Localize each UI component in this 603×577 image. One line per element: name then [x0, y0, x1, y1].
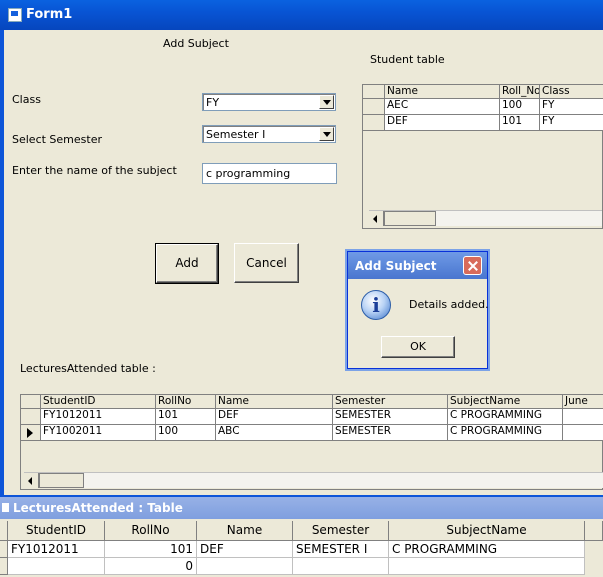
- column-header[interactable]: RollNo: [105, 521, 197, 541]
- column-header[interactable]: StudentID: [8, 521, 105, 541]
- class-dropdown-value: FY: [206, 96, 220, 109]
- window-title: Form1: [26, 7, 73, 22]
- scrollbar-thumb[interactable]: [39, 473, 84, 488]
- table-cell[interactable]: [8, 558, 105, 575]
- subject-name-input[interactable]: c programming: [202, 163, 337, 184]
- table-cell[interactable]: SEMESTER: [333, 425, 448, 441]
- table-cell[interactable]: FY1012011: [8, 541, 105, 558]
- grid-corner: [363, 85, 385, 99]
- column-header[interactable]: Roll_No: [500, 85, 540, 99]
- table-cell[interactable]: DEF: [385, 115, 500, 131]
- semester-dropdown[interactable]: Semester I: [202, 125, 336, 143]
- form-heading: Add Subject: [163, 37, 229, 50]
- table-cell[interactable]: AEC: [385, 99, 500, 115]
- semester-label: Select Semester: [12, 133, 102, 146]
- table-cell[interactable]: [563, 409, 603, 425]
- table-window-titlebar[interactable]: LecturesAttended : Table: [0, 497, 603, 519]
- subject-name-input-value: c programming: [206, 167, 291, 180]
- row-selector[interactable]: [21, 409, 41, 425]
- chevron-down-icon[interactable]: [319, 127, 334, 141]
- current-row-icon: [27, 428, 33, 438]
- table-cell[interactable]: 0: [105, 558, 197, 575]
- column-header[interactable]: RollNo: [156, 395, 216, 409]
- table-cell[interactable]: SEMESTER: [333, 409, 448, 425]
- table-cell[interactable]: C PROGRAMMING: [448, 409, 563, 425]
- table-cell[interactable]: FY: [540, 99, 603, 115]
- student-table-label: Student table: [370, 53, 445, 66]
- ok-button[interactable]: OK: [381, 336, 455, 358]
- cancel-button[interactable]: Cancel: [234, 243, 299, 283]
- lectures-table-grid[interactable]: StudentID RollNo Name Semester SubjectNa…: [20, 394, 603, 490]
- semester-dropdown-value: Semester I: [206, 128, 266, 141]
- scroll-left-icon[interactable]: [24, 473, 39, 488]
- table-cell[interactable]: FY: [540, 115, 603, 131]
- message-dialog[interactable]: Add Subject i Details added. OK: [347, 251, 489, 369]
- table-cell[interactable]: FY1002011: [41, 425, 156, 441]
- table-cell[interactable]: C PROGRAMMING: [448, 425, 563, 441]
- row-selector[interactable]: [363, 115, 385, 131]
- column-header[interactable]: SubjectName: [389, 521, 585, 541]
- column-header[interactable]: Name: [385, 85, 500, 99]
- column-header[interactable]: Semester: [293, 521, 389, 541]
- table-icon: [2, 503, 9, 512]
- table-cell[interactable]: 101: [500, 115, 540, 131]
- table-cell[interactable]: 101: [105, 541, 197, 558]
- dialog-message: Details added.: [409, 298, 489, 311]
- row-selector-current[interactable]: [21, 425, 41, 441]
- info-icon: i: [361, 290, 391, 320]
- table-cell[interactable]: C PROGRAMMING: [389, 541, 585, 558]
- table-cell[interactable]: 100: [500, 99, 540, 115]
- app-icon: [8, 8, 22, 22]
- table-cell[interactable]: [293, 558, 389, 575]
- class-dropdown[interactable]: FY: [202, 93, 336, 111]
- table-cell[interactable]: [389, 558, 585, 575]
- grid-corner: [21, 395, 41, 409]
- datasheet-grid[interactable]: StudentID RollNo Name Semester SubjectNa…: [0, 521, 603, 575]
- table-cell[interactable]: DEF: [197, 541, 293, 558]
- table-cell[interactable]: ABC: [216, 425, 333, 441]
- scrollbar-thumb[interactable]: [384, 211, 436, 226]
- subject-label: Enter the name of the subject: [12, 164, 177, 177]
- lectures-table-label: LecturesAttended table :: [20, 362, 156, 375]
- row-selector[interactable]: [363, 99, 385, 115]
- record-selector[interactable]: [0, 541, 8, 558]
- add-button[interactable]: Add: [155, 243, 219, 284]
- chevron-down-icon[interactable]: [319, 95, 334, 109]
- table-cell[interactable]: 100: [156, 425, 216, 441]
- column-header[interactable]: June: [563, 395, 603, 409]
- column-header[interactable]: Name: [197, 521, 293, 541]
- horizontal-scrollbar[interactable]: [369, 210, 602, 226]
- column-header[interactable]: Class: [540, 85, 603, 99]
- table-cell[interactable]: FY1012011: [41, 409, 156, 425]
- table-window-title: LecturesAttended : Table: [13, 501, 183, 515]
- horizontal-scrollbar[interactable]: [24, 472, 603, 488]
- dialog-title: Add Subject: [355, 259, 437, 273]
- table-cell[interactable]: 101: [156, 409, 216, 425]
- table-cell[interactable]: [563, 425, 603, 441]
- column-header-extra: [585, 521, 603, 541]
- column-header[interactable]: SubjectName: [448, 395, 563, 409]
- column-header[interactable]: Name: [216, 395, 333, 409]
- window-left-border: [0, 30, 4, 500]
- table-cell[interactable]: [197, 558, 293, 575]
- column-header[interactable]: Semester: [333, 395, 448, 409]
- table-cell[interactable]: DEF: [216, 409, 333, 425]
- column-header[interactable]: StudentID: [41, 395, 156, 409]
- table-cell[interactable]: SEMESTER I: [293, 541, 389, 558]
- new-record-selector[interactable]: [0, 558, 8, 575]
- window-titlebar[interactable]: Form1: [0, 0, 603, 30]
- dialog-titlebar[interactable]: Add Subject: [348, 252, 487, 279]
- class-label: Class: [12, 93, 41, 106]
- scroll-left-icon[interactable]: [369, 211, 384, 226]
- close-icon[interactable]: [463, 256, 482, 275]
- student-table-grid[interactable]: Name Roll_No Class AEC 100 FY DEF 101 FY: [362, 84, 603, 229]
- grid-corner: [0, 521, 8, 541]
